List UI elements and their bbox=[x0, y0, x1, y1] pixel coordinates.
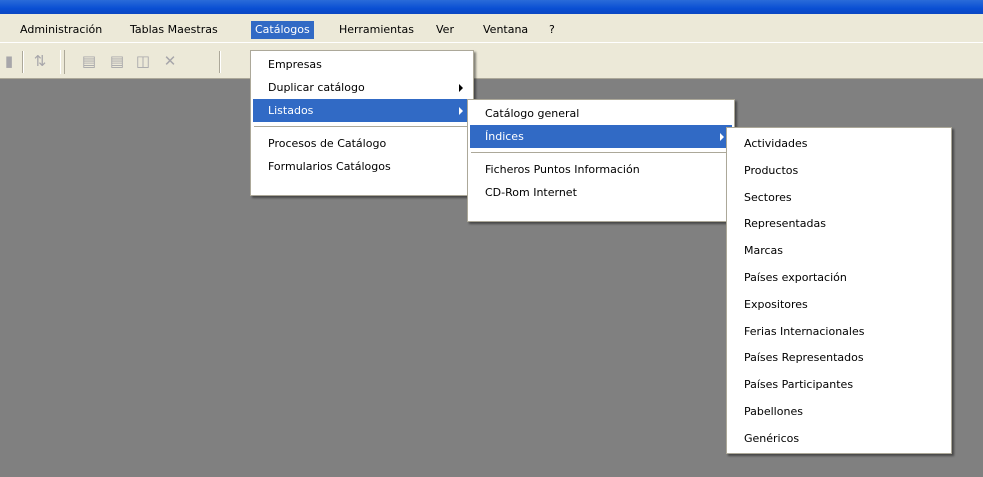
toolbar-handle[interactable] bbox=[60, 50, 65, 74]
menu-item-productos[interactable]: Productos bbox=[729, 158, 949, 185]
menu-item-actividades[interactable]: Actividades bbox=[729, 131, 949, 158]
menu-item-ferias-internacionales[interactable]: Ferias Internacionales bbox=[729, 319, 949, 346]
menu-item-label: Duplicar catálogo bbox=[268, 81, 365, 94]
menu-item-label: Índices bbox=[485, 130, 524, 143]
menu-item-empresas[interactable]: Empresas bbox=[253, 53, 471, 76]
toolbar: ▮ ⇅ ▤ ▤ ◫ ✕ bbox=[0, 43, 983, 79]
menu-item-sectores[interactable]: Sectores bbox=[729, 185, 949, 212]
menu-bar: Administración Tablas Maestras Catálogos… bbox=[0, 14, 983, 43]
menu-item-listados[interactable]: Listados bbox=[253, 99, 471, 122]
cascade-icon[interactable]: ▤ bbox=[80, 52, 98, 70]
menu-item-label: Listados bbox=[268, 104, 314, 117]
submenu-arrow-icon bbox=[459, 107, 463, 115]
toolbar-separator bbox=[22, 51, 24, 73]
menu-item-paises-representados[interactable]: Países Representados bbox=[729, 345, 949, 372]
submenu-arrow-icon bbox=[459, 84, 463, 92]
tile-vertical-icon[interactable]: ◫ bbox=[134, 52, 152, 70]
menu-item-expositores[interactable]: Expositores bbox=[729, 292, 949, 319]
menu-separator bbox=[254, 126, 470, 127]
menu-item-pabellones[interactable]: Pabellones bbox=[729, 399, 949, 426]
menu-tablas-maestras[interactable]: Tablas Maestras bbox=[126, 21, 222, 39]
window-title-bar bbox=[0, 0, 983, 14]
menu-separator bbox=[471, 152, 731, 153]
menu-item-catalogo-general[interactable]: Catálogo general bbox=[470, 102, 732, 125]
menu-item-procesos-de-catalogo[interactable]: Procesos de Catálogo bbox=[253, 132, 471, 155]
toolbar-separator bbox=[219, 51, 221, 73]
align-icon[interactable]: ⇅ bbox=[31, 52, 49, 70]
menu-item-paises-exportacion[interactable]: Países exportación bbox=[729, 265, 949, 292]
menu-item-formularios-catalogos[interactable]: Formularios Catálogos bbox=[253, 155, 471, 178]
menu-item-indices[interactable]: Índices bbox=[470, 125, 732, 148]
menu-catalogos[interactable]: Catálogos bbox=[251, 21, 314, 39]
submenu-arrow-icon bbox=[720, 133, 724, 141]
menu-item-marcas[interactable]: Marcas bbox=[729, 238, 949, 265]
menu-ventana[interactable]: Ventana bbox=[479, 21, 532, 39]
menu-item-genericos[interactable]: Genéricos bbox=[729, 426, 949, 453]
menu-item-ficheros-puntos-informacion[interactable]: Ficheros Puntos Información bbox=[470, 158, 732, 181]
listados-submenu: Catálogo general Índices Ficheros Puntos… bbox=[467, 99, 735, 222]
menu-item-cd-rom-internet[interactable]: CD-Rom Internet bbox=[470, 181, 732, 204]
tile-horizontal-icon[interactable]: ▤ bbox=[108, 52, 126, 70]
menu-ver[interactable]: Ver bbox=[432, 21, 458, 39]
catalogos-menu: Empresas Duplicar catálogo Listados Proc… bbox=[250, 50, 474, 196]
print-icon[interactable]: ▮ bbox=[0, 52, 18, 70]
menu-item-paises-participantes[interactable]: Países Participantes bbox=[729, 372, 949, 399]
indices-submenu: Actividades Productos Sectores Represent… bbox=[726, 127, 952, 454]
menu-help[interactable]: ? bbox=[545, 21, 559, 39]
menu-herramientas[interactable]: Herramientas bbox=[335, 21, 418, 39]
menu-item-duplicar-catalogo[interactable]: Duplicar catálogo bbox=[253, 76, 471, 99]
menu-item-representadas[interactable]: Representadas bbox=[729, 211, 949, 238]
menu-administracion[interactable]: Administración bbox=[16, 21, 106, 39]
close-icon[interactable]: ✕ bbox=[161, 52, 179, 70]
